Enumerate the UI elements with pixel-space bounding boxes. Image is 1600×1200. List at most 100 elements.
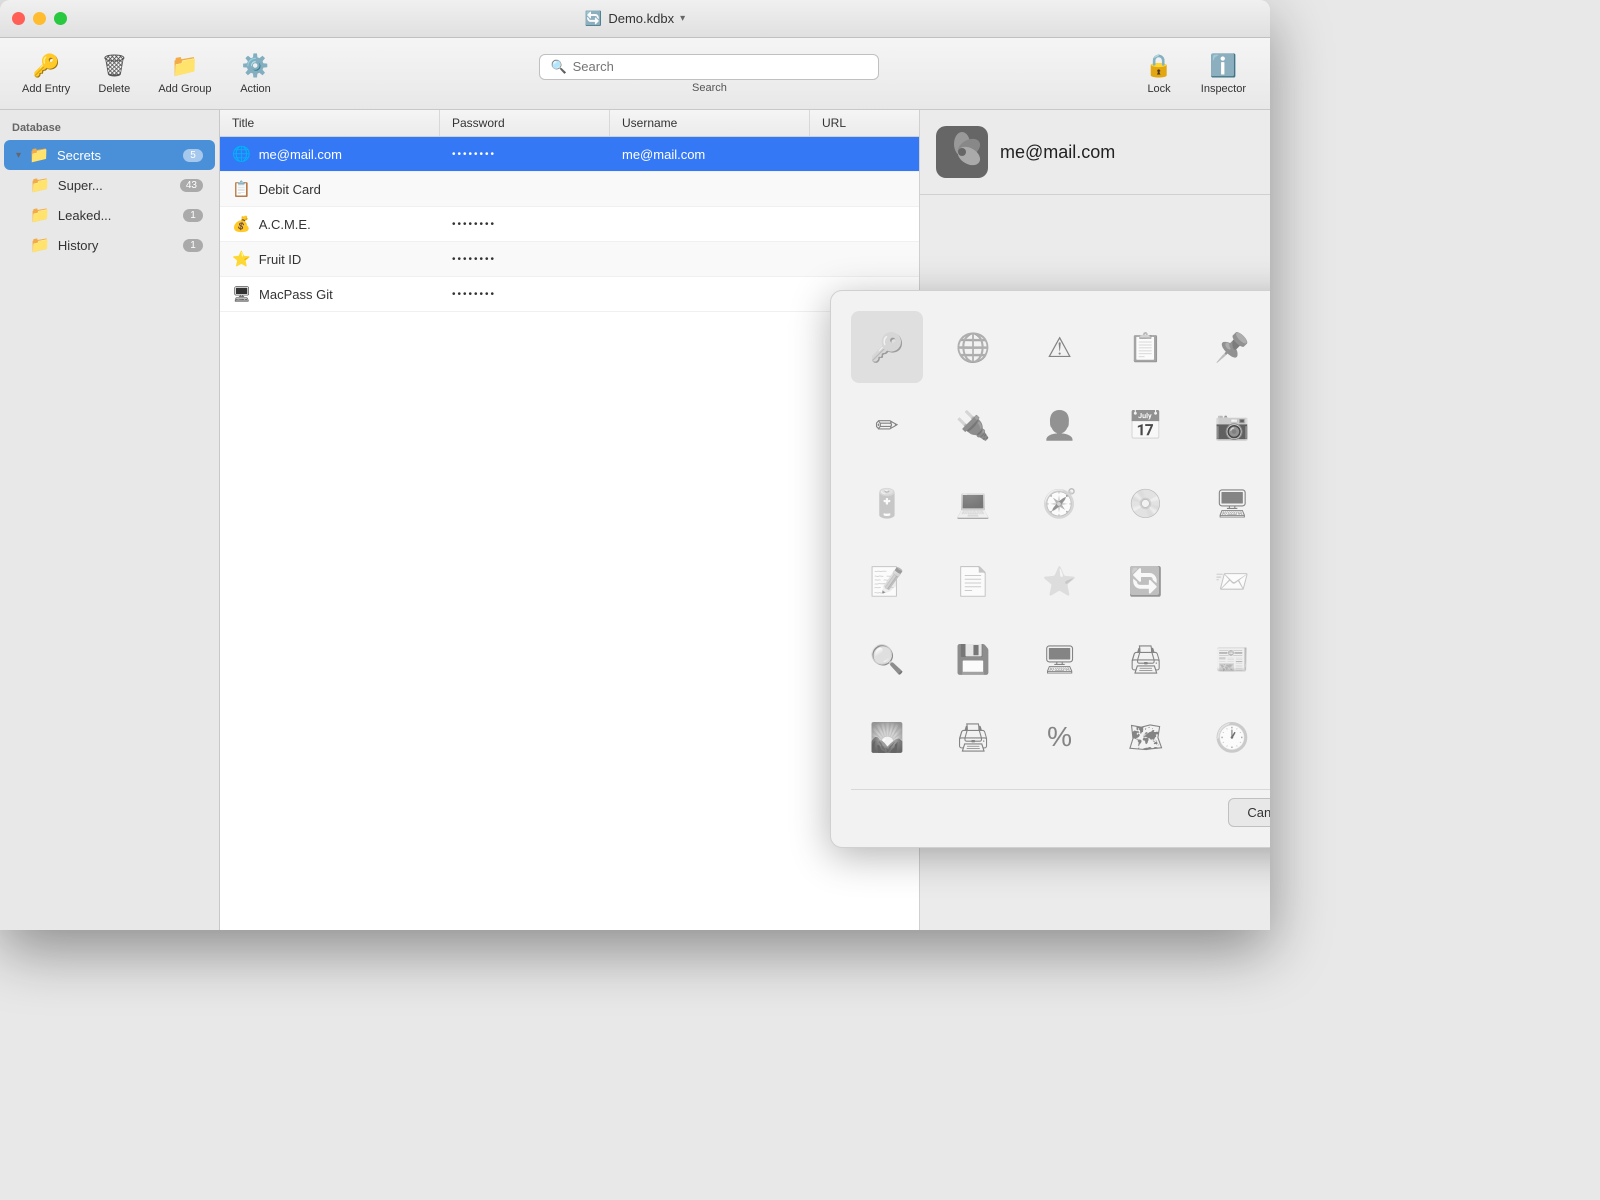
entry-rows: 🌐 me@mail.com •••••••• me@mail.com 📋 Deb…: [220, 137, 919, 312]
folder-icon: 📁: [30, 175, 50, 195]
entry-title-cell: 💰 A.C.M.E.: [220, 207, 440, 241]
entry-title: A.C.M.E.: [259, 217, 311, 232]
desktop-icon[interactable]: 🌄: [851, 701, 923, 773]
add-entry-button[interactable]: 🔑 Add Entry: [12, 47, 80, 101]
entry-url-cell: [810, 181, 920, 197]
entry-title: me@mail.com: [259, 147, 342, 162]
notes-icon[interactable]: 📝: [851, 545, 923, 617]
sidebar-section-label: Database: [0, 118, 219, 140]
add-group-button[interactable]: 📁 Add Group: [148, 47, 221, 101]
sidebar-item-label: Super...: [58, 178, 172, 193]
contacts-icon[interactable]: 👤: [1024, 389, 1096, 461]
action-button[interactable]: ⚙️ Action: [226, 47, 286, 101]
terminal-icon[interactable]: 💾: [937, 623, 1009, 695]
pencil-icon[interactable]: ✏: [851, 389, 923, 461]
magnify-icon[interactable]: 🔍: [851, 623, 923, 695]
entry-username-cell: [610, 216, 810, 232]
laptop-icon[interactable]: 💻: [937, 467, 1009, 539]
lock-icon: 🔒: [1145, 53, 1172, 79]
key-icon[interactable]: 🔑: [851, 311, 923, 383]
entry-username: me@mail.com: [622, 147, 705, 162]
window-title: 🔄 Demo.kdbx ▾: [585, 10, 685, 27]
sidebar-badge: 43: [180, 179, 203, 192]
lock-button[interactable]: 🔒 Lock: [1133, 47, 1184, 101]
monitor-icon[interactable]: 🖥: [1196, 467, 1268, 539]
folder-icon: 📁: [29, 145, 49, 165]
entry-password: ••••••••: [452, 219, 496, 230]
add-entry-icon: 🔑: [32, 53, 59, 79]
sidebar-item-secrets[interactable]: ▾ 📁 Secrets 5: [4, 140, 215, 170]
entry-title: Debit Card: [259, 182, 321, 197]
printer-icon[interactable]: 🖨: [1110, 623, 1182, 695]
inspector-icon: ℹ️: [1210, 53, 1237, 79]
entry-icon: 🖥: [232, 285, 251, 303]
col-username: Username: [610, 110, 810, 136]
maximize-button[interactable]: [54, 12, 67, 25]
refresh-icon[interactable]: 🔄: [1110, 545, 1182, 617]
entry-list-header: Title Password Username URL: [220, 110, 919, 137]
delete-button[interactable]: 🗑 Delete: [84, 47, 144, 101]
entry-username-cell: [610, 251, 810, 267]
entry-password-cell: ••••••••: [440, 246, 610, 273]
entry-password-cell: ••••••••: [440, 281, 610, 308]
table-row[interactable]: 🖥 MacPass Git ••••••••: [220, 277, 919, 312]
star-icon[interactable]: ⭐: [1024, 545, 1096, 617]
map-icon[interactable]: 🗺: [1110, 701, 1182, 773]
clock-icon[interactable]: 🕐: [1196, 701, 1268, 773]
search-icon: 🔍: [550, 59, 566, 75]
icon-grid: 🔑🌐⚠📋📌💬🏢✏🔌👤📅📷📡🗝🔋💻🧭💿🖥✉⚙📝📄⭐🔄📨📊🚫🔍💾🖥🖨📰🧩🔧🌄🖨%🗺🕐…: [851, 311, 1270, 773]
col-title: Title: [220, 110, 440, 136]
sidebar-item-label: History: [58, 238, 175, 253]
entry-title: MacPass Git: [259, 287, 333, 302]
entry-icon: 💰: [232, 215, 251, 233]
globe-icon[interactable]: 🌐: [937, 311, 1009, 383]
entry-icon: ⭐: [232, 250, 251, 268]
sidebar-badge: 1: [183, 209, 203, 222]
search-input[interactable]: [573, 59, 869, 74]
battery-icon[interactable]: 🔋: [851, 467, 923, 539]
screen-icon[interactable]: 🖥: [1024, 623, 1096, 695]
close-button[interactable]: [12, 12, 25, 25]
delete-icon: 🗑: [100, 53, 128, 79]
title-text: Demo.kdbx: [608, 11, 674, 26]
inbox-icon[interactable]: 📨: [1196, 545, 1268, 617]
table-row[interactable]: ⭐ Fruit ID ••••••••: [220, 242, 919, 277]
sidebar-badge: 5: [183, 149, 203, 162]
window-controls[interactable]: [12, 12, 67, 25]
sidebar-item-label: Secrets: [57, 148, 175, 163]
pin-icon[interactable]: 📌: [1196, 311, 1268, 383]
sidebar-chevron-icon: ▾: [16, 150, 21, 161]
cancel-button[interactable]: Cancel: [1228, 798, 1270, 827]
inspector-button[interactable]: ℹ️ Inspector: [1189, 47, 1258, 101]
list-icon[interactable]: 📋: [1110, 311, 1182, 383]
server-icon[interactable]: 🖨: [937, 701, 1009, 773]
calendar-icon[interactable]: 📅: [1110, 389, 1182, 461]
sidebar-item-leaked[interactable]: 📁 Leaked... 1: [4, 200, 215, 230]
entry-list: Title Password Username URL 🌐 me@mail.co…: [220, 110, 920, 930]
grid-icon[interactable]: 📰: [1196, 623, 1268, 695]
minimize-button[interactable]: [33, 12, 46, 25]
sidebar-item-history[interactable]: 📁 History 1: [4, 230, 215, 260]
entry-title-cell: 🌐 me@mail.com: [220, 137, 440, 171]
entry-title-cell: ⭐ Fruit ID: [220, 242, 440, 276]
camera-icon[interactable]: 📷: [1196, 389, 1268, 461]
table-row[interactable]: 💰 A.C.M.E. ••••••••: [220, 207, 919, 242]
entry-password: ••••••••: [452, 149, 496, 160]
table-row[interactable]: 🌐 me@mail.com •••••••• me@mail.com: [220, 137, 919, 172]
search-box[interactable]: 🔍: [539, 54, 879, 80]
table-row[interactable]: 📋 Debit Card: [220, 172, 919, 207]
entry-url-cell: [810, 216, 920, 232]
plug-icon[interactable]: 🔌: [937, 389, 1009, 461]
icon-picker-footer: Cancel Use Default Icon: [851, 789, 1270, 827]
add-group-icon: 📁: [171, 53, 198, 79]
disc-icon[interactable]: 💿: [1110, 467, 1182, 539]
sidebar-item-super[interactable]: 📁 Super... 43: [4, 170, 215, 200]
document-icon[interactable]: 📄: [937, 545, 1009, 617]
entry-title: Fruit ID: [259, 252, 302, 267]
action-icon: ⚙️: [242, 53, 269, 79]
warning-icon[interactable]: ⚠: [1024, 311, 1096, 383]
sidebar-items: ▾ 📁 Secrets 5 📁 Super... 43 📁 Leaked... …: [0, 140, 219, 260]
entry-url-cell: [810, 251, 920, 267]
percent-icon[interactable]: %: [1024, 701, 1096, 773]
compass-icon[interactable]: 🧭: [1024, 467, 1096, 539]
